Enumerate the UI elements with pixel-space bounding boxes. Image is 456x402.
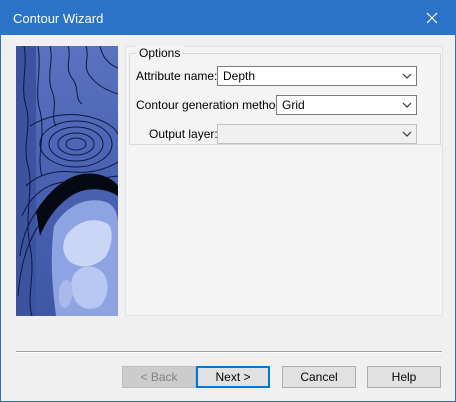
output-layer-label: Output layer:	[149, 127, 218, 141]
close-button[interactable]	[409, 1, 455, 35]
cancel-button[interactable]: Cancel	[282, 366, 356, 388]
help-button[interactable]: Help	[367, 366, 441, 388]
attribute-name-label: Attribute name:	[136, 69, 218, 83]
chevron-down-icon	[402, 131, 412, 137]
next-button[interactable]: Next >	[196, 366, 270, 388]
contour-map-graphic	[16, 46, 118, 316]
attribute-name-value: Depth	[223, 69, 256, 83]
generation-method-dropdown[interactable]: Grid	[276, 95, 417, 115]
generation-method-value: Grid	[282, 98, 305, 112]
title-bar[interactable]: Contour Wizard	[1, 1, 455, 35]
contour-map-image	[16, 46, 118, 316]
footer-separator	[16, 351, 442, 353]
chevron-down-icon	[402, 73, 412, 79]
options-group-title: Options	[136, 46, 184, 60]
window-title: Contour Wizard	[13, 11, 104, 26]
close-icon	[426, 12, 438, 24]
attribute-name-dropdown[interactable]: Depth	[217, 66, 417, 86]
back-button[interactable]: < Back	[122, 366, 196, 388]
chevron-down-icon	[402, 102, 412, 108]
contour-wizard-window: Contour Wizard Options Attribute name: D…	[0, 0, 456, 402]
output-layer-dropdown[interactable]	[217, 124, 417, 144]
generation-method-label: Contour generation method:	[136, 98, 286, 112]
